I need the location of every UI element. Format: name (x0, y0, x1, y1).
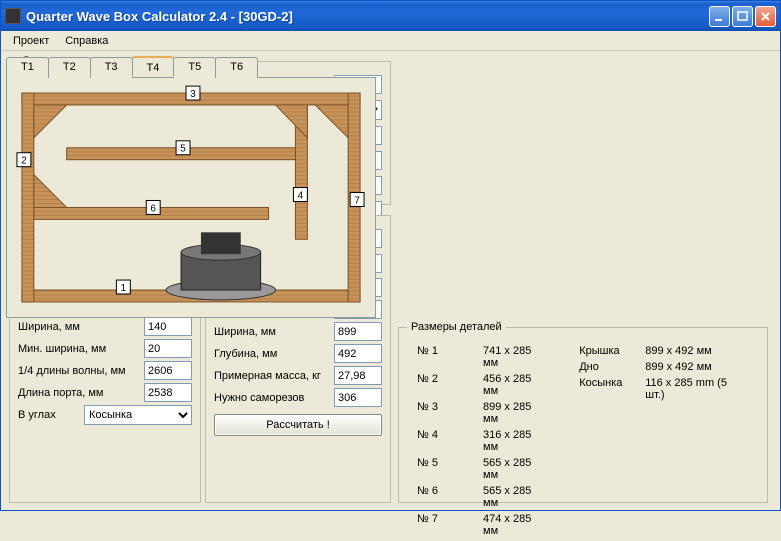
close-button[interactable] (755, 6, 776, 27)
tab-t3[interactable]: T3 (90, 57, 133, 78)
svg-text:5: 5 (180, 144, 186, 155)
sizes-col-right: Крышка899 x 492 мм Дно899 x 492 мм Косын… (579, 345, 749, 537)
tab-t4[interactable]: T4 (132, 56, 175, 77)
svg-text:1: 1 (121, 283, 127, 294)
input-bwidth[interactable] (334, 322, 382, 341)
menu-help[interactable]: Справка (57, 33, 116, 49)
maximize-button[interactable] (732, 6, 753, 27)
tab-t5[interactable]: T5 (173, 57, 216, 78)
input-depth[interactable] (334, 344, 382, 363)
menubar: Проект Справка (1, 31, 780, 51)
tab-t1[interactable]: T1 (6, 57, 49, 78)
client-area: Динамик Dкорз. (1, 51, 780, 510)
svg-text:3: 3 (190, 89, 196, 100)
input-minw[interactable] (144, 339, 192, 358)
window-title: Quarter Wave Box Calculator 2.4 - [30GD-… (26, 9, 707, 24)
label-qwave: 1/4 длины волны, мм (18, 365, 140, 377)
app-window: Quarter Wave Box Calculator 2.4 - [30GD-… (0, 0, 781, 511)
tabs-head: T1 T2 T3 T4 T5 T6 (6, 56, 376, 77)
tabs-panel: T1 T2 T3 T4 T5 T6 (6, 56, 376, 319)
svg-text:7: 7 (354, 195, 360, 206)
menu-project[interactable]: Проект (5, 33, 57, 49)
svg-text:2: 2 (21, 156, 27, 167)
tab-body: 1 2 3 4 5 6 7 (6, 77, 376, 318)
calculate-button[interactable]: Рассчитать ! (214, 414, 382, 436)
label-pwidth: Ширина, мм (18, 321, 140, 333)
tab-t6[interactable]: T6 (215, 57, 258, 78)
label-minw: Мин. ширина, мм (18, 343, 140, 355)
label-depth: Глубина, мм (214, 348, 330, 360)
label-mass: Примерная масса, кг (214, 370, 330, 382)
input-qwave[interactable] (144, 361, 192, 380)
input-mass[interactable] (334, 366, 382, 385)
label-bwidth: Ширина, мм (214, 326, 330, 338)
sizes-col-left: № 1741 x 285 мм № 2456 x 285 мм № 3899 x… (417, 345, 549, 537)
input-pwidth[interactable] (144, 317, 192, 336)
box-diagram: 1 2 3 4 5 6 7 (7, 78, 375, 317)
minimize-button[interactable] (709, 6, 730, 27)
titlebar[interactable]: Quarter Wave Box Calculator 2.4 - [30GD-… (1, 1, 780, 31)
app-icon (5, 8, 21, 24)
input-plen[interactable] (144, 383, 192, 402)
label-corner: В углах (18, 409, 80, 421)
input-screws[interactable] (334, 388, 382, 407)
group-sizes: Размеры деталей № 1741 x 285 мм № 2456 x… (398, 321, 768, 503)
label-plen: Длина порта, мм (18, 387, 140, 399)
svg-text:4: 4 (298, 190, 304, 201)
svg-text:6: 6 (150, 203, 156, 214)
tab-t2[interactable]: T2 (48, 57, 91, 78)
select-corner[interactable]: Косынка (84, 405, 192, 425)
legend-sizes: Размеры деталей (407, 321, 506, 333)
label-screws: Нужно саморезов (214, 392, 330, 404)
